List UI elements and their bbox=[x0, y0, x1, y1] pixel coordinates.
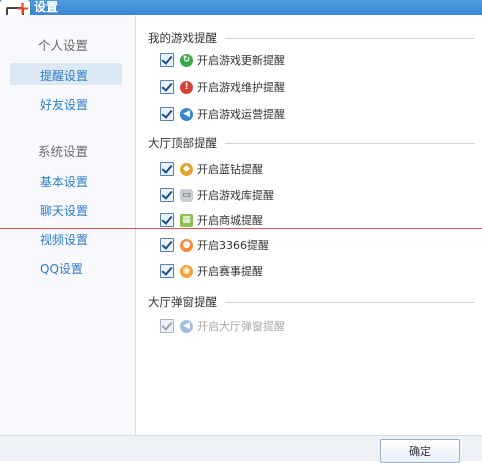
option-label: 开启游戏运营提醒 bbox=[197, 108, 285, 121]
option-shop[interactable]: ▦ 开启商城提醒 bbox=[160, 212, 263, 228]
sidebar: 个人设置 提醒设置 好友设置 系统设置 基本设置 聊天设置 视频设置 QQ设置 bbox=[0, 15, 136, 460]
option-tournament[interactable]: ◉ 开启赛事提醒 bbox=[160, 263, 263, 279]
option-game-maintenance[interactable]: ! 开启游戏维护提醒 bbox=[160, 79, 285, 95]
option-lobby-popup: ◀ 开启大厅弹窗提醒 bbox=[160, 318, 285, 334]
checkbox[interactable] bbox=[160, 162, 174, 176]
checkbox[interactable] bbox=[160, 53, 174, 67]
section-title-lobby-popup-reminders: 大厅弹窗提醒 bbox=[148, 295, 217, 309]
sidebar-item-chat-settings[interactable]: 聊天设置 bbox=[40, 202, 88, 219]
option-label: 开启3366提醒 bbox=[197, 239, 269, 252]
green-refresh-icon: ↻ bbox=[180, 53, 193, 67]
sidebar-group-system: 系统设置 bbox=[38, 144, 89, 159]
option-blue-diamond[interactable]: ◆ 开启蓝钻提醒 bbox=[160, 161, 263, 177]
red-guide-line bbox=[0, 228, 482, 229]
section-title-my-game-reminders: 我的游戏提醒 bbox=[148, 31, 217, 45]
sidebar-item-video-settings[interactable]: 视频设置 bbox=[40, 231, 88, 248]
title-bar: 设置 bbox=[0, 0, 482, 15]
blue-diamond-icon: ◆ bbox=[180, 162, 193, 176]
section-divider bbox=[225, 302, 475, 303]
sidebar-item-qq-settings[interactable]: QQ设置 bbox=[40, 260, 83, 277]
ok-button[interactable]: 确定 bbox=[380, 439, 460, 463]
checkbox[interactable] bbox=[160, 264, 174, 278]
section-divider bbox=[225, 143, 475, 144]
3366-icon: ● bbox=[180, 238, 193, 252]
sidebar-item-label: 提醒设置 bbox=[40, 69, 89, 83]
checkbox[interactable] bbox=[160, 80, 174, 94]
shop-icon: ▦ bbox=[180, 213, 193, 227]
option-label: 开启大厅弹窗提醒 bbox=[197, 320, 285, 333]
option-label: 开启游戏维护提醒 bbox=[197, 81, 285, 94]
option-game-library[interactable]: ▭ 开启游戏库提醒 bbox=[160, 187, 274, 203]
option-label: 开启赛事提醒 bbox=[197, 265, 263, 278]
option-game-operations[interactable]: ◀ 开启游戏运营提醒 bbox=[160, 106, 285, 122]
option-label: 开启商城提醒 bbox=[197, 214, 263, 227]
trophy-icon: ◉ bbox=[180, 264, 193, 278]
checkbox[interactable] bbox=[160, 238, 174, 252]
sidebar-item-friend-settings[interactable]: 好友设置 bbox=[40, 96, 88, 113]
option-game-update[interactable]: ↻ 开启游戏更新提醒 bbox=[160, 52, 285, 68]
checkbox[interactable] bbox=[160, 188, 174, 202]
option-label: 开启蓝钻提醒 bbox=[197, 163, 263, 176]
checkbox[interactable] bbox=[160, 213, 174, 227]
option-label: 开启游戏库提醒 bbox=[197, 189, 274, 202]
checkbox[interactable] bbox=[160, 107, 174, 121]
sidebar-item-basic-settings[interactable]: 基本设置 bbox=[40, 173, 88, 190]
option-3366[interactable]: ● 开启3366提醒 bbox=[160, 237, 269, 253]
sidebar-item-reminder-settings[interactable]: 提醒设置 bbox=[10, 63, 122, 85]
red-alert-icon: ! bbox=[180, 80, 193, 94]
window-title: 设置 bbox=[34, 0, 59, 14]
gamepad-icon: ▭ bbox=[180, 188, 193, 202]
blue-speaker-icon: ◀ bbox=[180, 319, 193, 333]
option-label: 开启游戏更新提醒 bbox=[197, 54, 285, 67]
blue-speaker-icon: ◀ bbox=[180, 107, 193, 121]
sidebar-group-personal: 个人设置 bbox=[38, 38, 89, 53]
section-divider bbox=[225, 38, 475, 39]
checkbox-disabled bbox=[160, 319, 174, 333]
section-title-lobby-top-reminders: 大厅顶部提醒 bbox=[148, 136, 217, 150]
